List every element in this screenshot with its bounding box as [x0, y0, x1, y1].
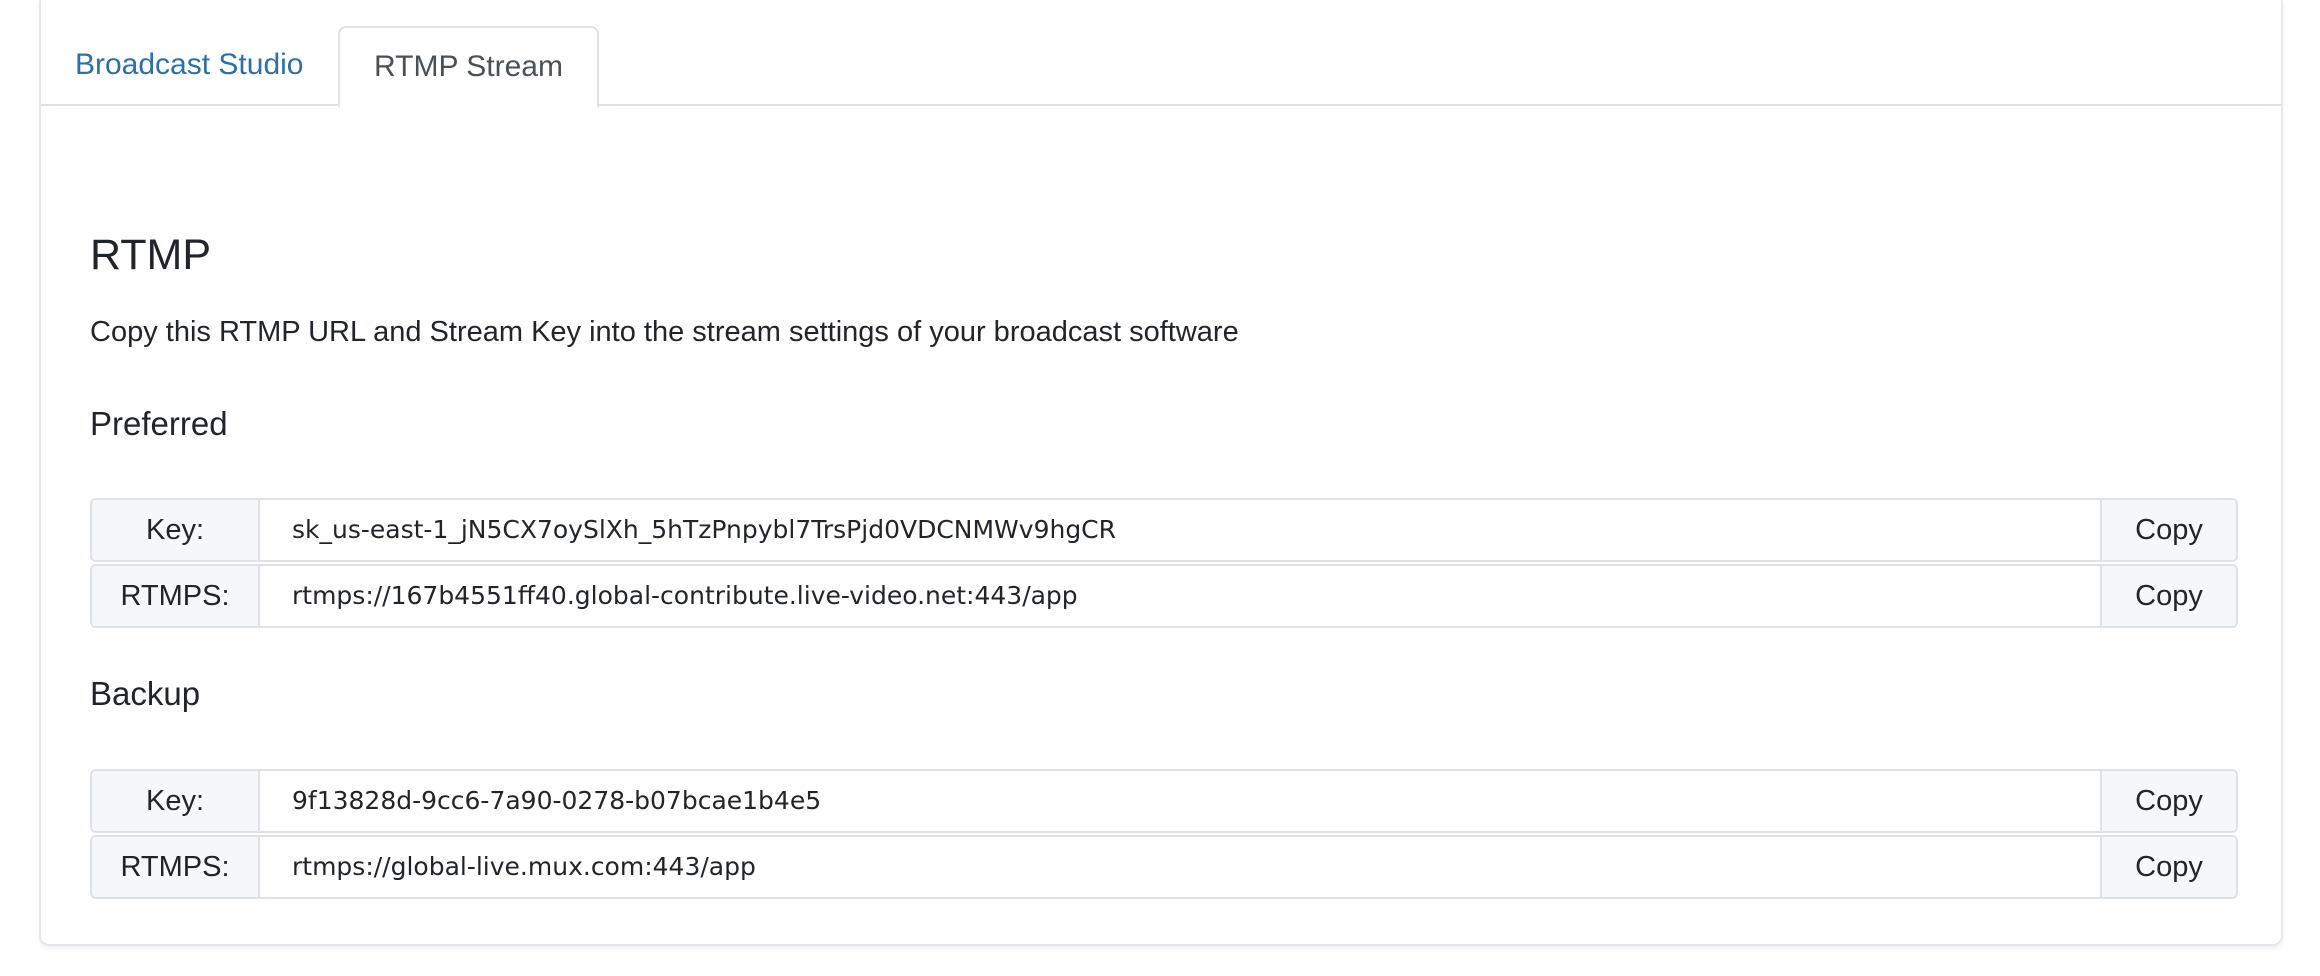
- preferred-key-row: Key: sk_us-east-1_jN5CX7oySlXh_5hTzPnpyb…: [90, 498, 2238, 562]
- tab-broadcast-studio[interactable]: Broadcast Studio: [41, 26, 337, 108]
- backup-rtmps-row: RTMPS: rtmps://global-live.mux.com:443/a…: [90, 835, 2238, 899]
- section-title: RTMP: [90, 231, 212, 279]
- backup-rtmps-url-field[interactable]: rtmps://global-live.mux.com:443/app: [260, 837, 2100, 897]
- row-label: RTMPS:: [92, 566, 260, 626]
- row-label: Key:: [92, 771, 260, 831]
- preferred-rtmps-row: RTMPS: rtmps://167b4551ff40.global-contr…: [90, 564, 2238, 628]
- preferred-heading: Preferred: [90, 405, 228, 442]
- preferred-stream-key-field[interactable]: sk_us-east-1_jN5CX7oySlXh_5hTzPnpybl7Trs…: [260, 500, 2100, 560]
- tab-rtmp-stream[interactable]: RTMP Stream: [338, 26, 599, 108]
- section-description: Copy this RTMP URL and Stream Key into t…: [90, 316, 1239, 348]
- preferred-rtmps-url-field[interactable]: rtmps://167b4551ff40.global-contribute.l…: [260, 566, 2100, 626]
- copy-backup-key-button[interactable]: Copy: [2100, 771, 2236, 831]
- row-label: Key:: [92, 500, 260, 560]
- row-label: RTMPS:: [92, 837, 260, 897]
- backup-heading: Backup: [90, 675, 201, 712]
- backup-stream-key-field[interactable]: 9f13828d-9cc6-7a90-0278-b07bcae1b4e5: [260, 771, 2100, 831]
- stream-settings-card: Broadcast Studio RTMP Stream RTMP Copy t…: [39, 0, 2283, 946]
- copy-preferred-key-button[interactable]: Copy: [2100, 500, 2236, 560]
- backup-key-row: Key: 9f13828d-9cc6-7a90-0278-b07bcae1b4e…: [90, 769, 2238, 833]
- copy-backup-rtmps-button[interactable]: Copy: [2100, 837, 2236, 897]
- tab-bar: Broadcast Studio RTMP Stream: [41, 0, 2281, 108]
- copy-preferred-rtmps-button[interactable]: Copy: [2100, 566, 2236, 626]
